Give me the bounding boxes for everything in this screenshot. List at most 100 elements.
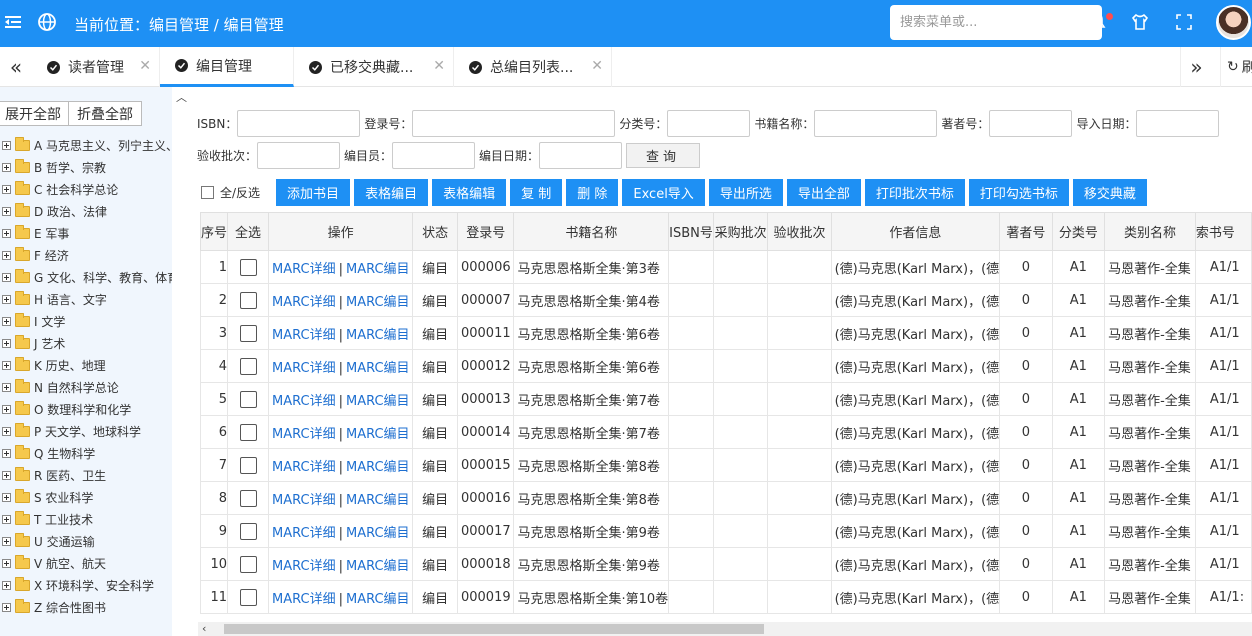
tree-item[interactable]: T 工业技术 xyxy=(2,509,93,529)
table-row[interactable]: 5 MARC详细 | MARC编目 编目 000013 马克思恩格斯全集·第7卷 (德)马克思… xyxy=(200,382,1252,416)
expand-toggle-icon[interactable] xyxy=(2,228,11,238)
acceptance-batch-input[interactable] xyxy=(257,141,341,169)
add-record-button[interactable]: 添加书目 xyxy=(276,179,351,206)
tree-item[interactable]: A 马克思主义、列宁主义、 xyxy=(2,135,172,155)
column-header[interactable]: 分类号 xyxy=(1051,212,1106,251)
tree-item[interactable]: Q 生物科学 xyxy=(2,443,95,463)
tree-item[interactable]: X 环境科学、安全科学 xyxy=(2,575,154,595)
tree-item[interactable]: E 军事 xyxy=(2,223,69,243)
tab-scroll-left-button[interactable]: « xyxy=(0,47,32,87)
expand-toggle-icon[interactable] xyxy=(2,492,11,502)
marc-edit-link[interactable]: MARC编目 xyxy=(346,361,410,376)
marc-detail-link[interactable]: MARC详细 xyxy=(272,592,336,607)
row-checkbox[interactable] xyxy=(239,324,257,342)
marc-detail-link[interactable]: MARC详细 xyxy=(272,262,336,277)
tree-item[interactable]: I 文学 xyxy=(2,311,65,331)
row-checkbox[interactable] xyxy=(239,588,257,606)
column-header[interactable]: 验收批次 xyxy=(767,212,832,251)
close-icon[interactable]: ✕ xyxy=(139,58,151,74)
tree-item[interactable]: J 艺术 xyxy=(2,333,65,353)
marc-detail-link[interactable]: MARC详细 xyxy=(272,493,336,508)
globe-icon[interactable] xyxy=(37,12,57,32)
collapse-all-button[interactable]: 折叠全部 xyxy=(68,101,142,126)
cell-select[interactable] xyxy=(227,382,270,416)
row-checkbox[interactable] xyxy=(239,555,257,573)
marc-edit-link[interactable]: MARC编目 xyxy=(346,559,410,574)
tree-item[interactable]: O 数理科学和化学 xyxy=(2,399,131,419)
table-row[interactable]: 10 MARC详细 | MARC编目 编目 000018 马克思恩格斯全集·第9卷 (德)马克… xyxy=(200,547,1252,581)
row-checkbox[interactable] xyxy=(239,390,257,408)
table-row[interactable]: 3 MARC详细 | MARC编目 编目 000011 马克思恩格斯全集·第6卷 (德)马克思… xyxy=(200,316,1252,350)
delete-button[interactable]: 删 除 xyxy=(566,179,619,206)
table-row[interactable]: 4 MARC详细 | MARC编目 编目 000012 马克思恩格斯全集·第6卷 (德)马克思… xyxy=(200,349,1252,383)
close-icon[interactable]: ✕ xyxy=(433,58,445,74)
tab-catalog-management[interactable]: 编目管理 xyxy=(160,47,294,87)
refresh-button[interactable]: ↻刷新 xyxy=(1220,47,1252,87)
expand-toggle-icon[interactable] xyxy=(2,448,11,458)
tab-reader-management[interactable]: 读者管理 ✕ xyxy=(32,47,160,87)
column-header[interactable]: 操作 xyxy=(268,212,414,251)
expand-toggle-icon[interactable] xyxy=(2,382,11,392)
print-checked-labels-button[interactable]: 打印勾选书标 xyxy=(968,179,1069,206)
row-checkbox[interactable] xyxy=(239,258,257,276)
tab-scroll-right-button[interactable]: » xyxy=(1180,47,1212,87)
marc-edit-link[interactable]: MARC编目 xyxy=(346,295,410,310)
chevron-left-icon[interactable]: ‹ xyxy=(202,622,206,635)
table-row[interactable]: 8 MARC详细 | MARC编目 编目 000016 马克思恩格斯全集·第8卷 (德)马克思… xyxy=(200,481,1252,515)
tree-item[interactable]: R 医药、卫生 xyxy=(2,465,106,485)
row-checkbox[interactable] xyxy=(239,423,257,441)
menu-search-input[interactable] xyxy=(890,5,1102,40)
expand-toggle-icon[interactable] xyxy=(2,580,11,590)
expand-toggle-icon[interactable] xyxy=(2,272,11,282)
column-header[interactable]: 状态 xyxy=(412,212,459,251)
user-avatar[interactable] xyxy=(1216,5,1251,40)
expand-toggle-icon[interactable] xyxy=(2,316,11,326)
table-catalog-button[interactable]: 表格编目 xyxy=(354,179,429,206)
tab-total-catalog-list[interactable]: 总编目列表... ✕ xyxy=(454,47,612,87)
expand-toggle-icon[interactable] xyxy=(2,536,11,546)
table-row[interactable]: 2 MARC详细 | MARC编目 编目 000007 马克思恩格斯全集·第4卷 (德)马克思… xyxy=(200,283,1252,317)
author-number-input[interactable] xyxy=(989,109,1073,137)
table-row[interactable]: 1 MARC详细 | MARC编目 编目 000006 马克思恩格斯全集·第3卷 (德)马克思… xyxy=(200,250,1252,284)
row-checkbox[interactable] xyxy=(239,489,257,507)
expand-toggle-icon[interactable] xyxy=(2,404,11,414)
tree-item[interactable]: V 航空、航天 xyxy=(2,553,106,573)
horizontal-scrollbar[interactable]: ‹ xyxy=(198,622,1252,636)
expand-toggle-icon[interactable] xyxy=(2,470,11,480)
query-button[interactable]: 查询 xyxy=(626,142,701,168)
marc-edit-link[interactable]: MARC编目 xyxy=(346,394,410,409)
cell-select[interactable] xyxy=(227,316,270,350)
table-row[interactable]: 11 MARC详细 | MARC编目 编目 000019 马克思恩格斯全集·第10卷 (德)马… xyxy=(200,580,1252,614)
marc-detail-link[interactable]: MARC详细 xyxy=(272,328,336,343)
marc-edit-link[interactable]: MARC编目 xyxy=(346,526,410,541)
expand-toggle-icon[interactable] xyxy=(2,514,11,524)
expand-toggle-icon[interactable] xyxy=(2,294,11,304)
marc-detail-link[interactable]: MARC详细 xyxy=(272,295,336,310)
login-number-input[interactable] xyxy=(412,109,616,137)
table-edit-button[interactable]: 表格编辑 xyxy=(432,179,507,206)
row-checkbox[interactable] xyxy=(239,522,257,540)
row-checkbox[interactable] xyxy=(239,456,257,474)
menu-icon[interactable] xyxy=(4,11,22,33)
marc-detail-link[interactable]: MARC详细 xyxy=(272,394,336,409)
expand-all-button[interactable]: 展开全部 xyxy=(0,101,70,126)
marc-edit-link[interactable]: MARC编目 xyxy=(346,427,410,442)
export-all-button[interactable]: 导出全部 xyxy=(786,179,861,206)
column-header[interactable]: 类别名称 xyxy=(1104,212,1196,251)
close-icon[interactable]: ✕ xyxy=(591,58,603,74)
tree-item[interactable]: C 社会科学总论 xyxy=(2,179,118,199)
print-batch-labels-button[interactable]: 打印批次书标 xyxy=(864,179,965,206)
tree-item[interactable]: P 天文学、地球科学 xyxy=(2,421,141,441)
cell-select[interactable] xyxy=(227,415,270,449)
column-header[interactable]: 全选 xyxy=(227,212,270,251)
tree-item[interactable]: N 自然科学总论 xyxy=(2,377,119,397)
export-selected-button[interactable]: 导出所选 xyxy=(708,179,783,206)
tree-item[interactable]: Z 综合性图书 xyxy=(2,597,106,617)
column-header[interactable]: 序号 xyxy=(200,212,229,251)
column-header[interactable]: 著者号 xyxy=(999,212,1053,251)
catalog-date-input[interactable] xyxy=(539,141,623,169)
tree-item[interactable]: F 经济 xyxy=(2,245,69,265)
marc-edit-link[interactable]: MARC编目 xyxy=(346,328,410,343)
marc-detail-link[interactable]: MARC详细 xyxy=(272,526,336,541)
cell-select[interactable] xyxy=(227,481,270,515)
